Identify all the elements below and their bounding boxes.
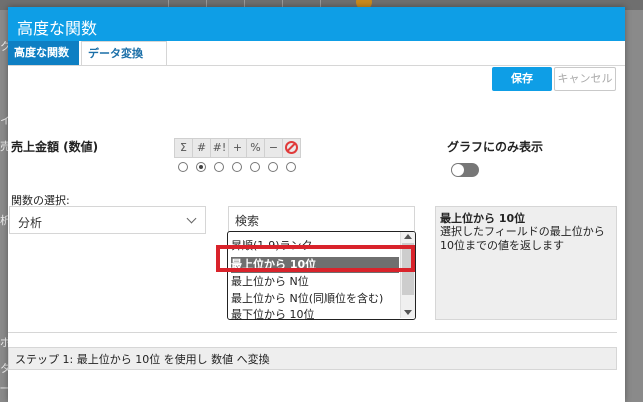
format-radio-group <box>178 162 304 172</box>
format-radio-plus[interactable] <box>232 162 242 172</box>
format-radio-percent[interactable] <box>250 162 260 172</box>
format-radio-minus[interactable] <box>268 162 278 172</box>
format-radio-number[interactable] <box>196 162 206 172</box>
function-category-value: 分析 <box>18 216 43 230</box>
background-text: 売 <box>0 140 8 153</box>
toggle-knob <box>452 164 464 176</box>
ban-icon <box>285 141 298 154</box>
search-input[interactable] <box>235 213 405 227</box>
number-exact-format-button[interactable]: #! <box>211 139 229 157</box>
advanced-functions-dialog: 高度な関数 高度な関数 データ変換 保存 キャンセル 売上金額 (数値) Σ #… <box>8 7 625 402</box>
percent-format-button[interactable]: % <box>247 139 265 157</box>
field-name: 売上金額 (数値) <box>11 140 99 154</box>
scroll-up-icon[interactable] <box>404 234 412 239</box>
scroll-down-icon[interactable] <box>404 310 412 315</box>
number-format-button[interactable]: # <box>193 139 211 157</box>
step-summary: ステップ 1: 最上位から 10位 を使用し 数値 へ変換 <box>8 347 617 370</box>
chart-only-toggle[interactable] <box>451 163 479 177</box>
clear-format-button[interactable] <box>283 139 300 157</box>
dialog-header: 高度な関数 <box>8 7 625 41</box>
description-title: 最上位から 10位 <box>440 212 526 225</box>
background-text: ク <box>0 40 8 53</box>
background-right-panel <box>625 10 643 402</box>
chevron-down-icon <box>186 213 197 224</box>
function-description-panel: 最上位から 10位 選択したフィールドの最上位から10位までの値を返します <box>435 206 617 320</box>
description-text: 選択したフィールドの最上位から10位までの値を返します <box>440 225 605 252</box>
tab-data-conversion[interactable]: データ変換 <box>81 41 167 65</box>
function-search-box[interactable] <box>228 206 415 232</box>
format-radio-sum[interactable] <box>178 162 188 172</box>
save-button[interactable]: 保存 <box>492 67 552 91</box>
divider <box>8 332 617 333</box>
background-text: 一 <box>0 382 8 395</box>
format-radio-number-exact[interactable] <box>214 162 224 172</box>
sum-format-button[interactable]: Σ <box>175 139 193 157</box>
chart-only-label: グラフにのみ表示 <box>447 140 544 154</box>
tab-bar: 高度な関数 データ変換 <box>8 41 625 66</box>
background-text: タ <box>0 362 8 375</box>
cancel-button[interactable]: キャンセル <box>554 67 616 91</box>
background-text: イ <box>0 114 8 127</box>
tab-advanced-functions[interactable]: 高度な関数 <box>8 41 79 65</box>
background-text: 析 <box>0 214 8 227</box>
list-item[interactable]: 最上位から N位(同順位を含む) <box>231 291 399 307</box>
list-item[interactable]: 最下位から 10位 <box>231 307 399 319</box>
format-button-group: Σ # #! + % − <box>174 138 301 158</box>
function-category-select[interactable]: 分析 <box>9 206 206 234</box>
list-item[interactable]: 最上位から N位 <box>231 274 399 290</box>
format-radio-clear[interactable] <box>286 162 296 172</box>
plus-format-button[interactable]: + <box>229 139 247 157</box>
dialog-title: 高度な関数 <box>17 19 98 38</box>
background-text: ボ <box>0 336 8 349</box>
minus-format-button[interactable]: − <box>265 139 283 157</box>
selection-highlight <box>216 245 415 272</box>
